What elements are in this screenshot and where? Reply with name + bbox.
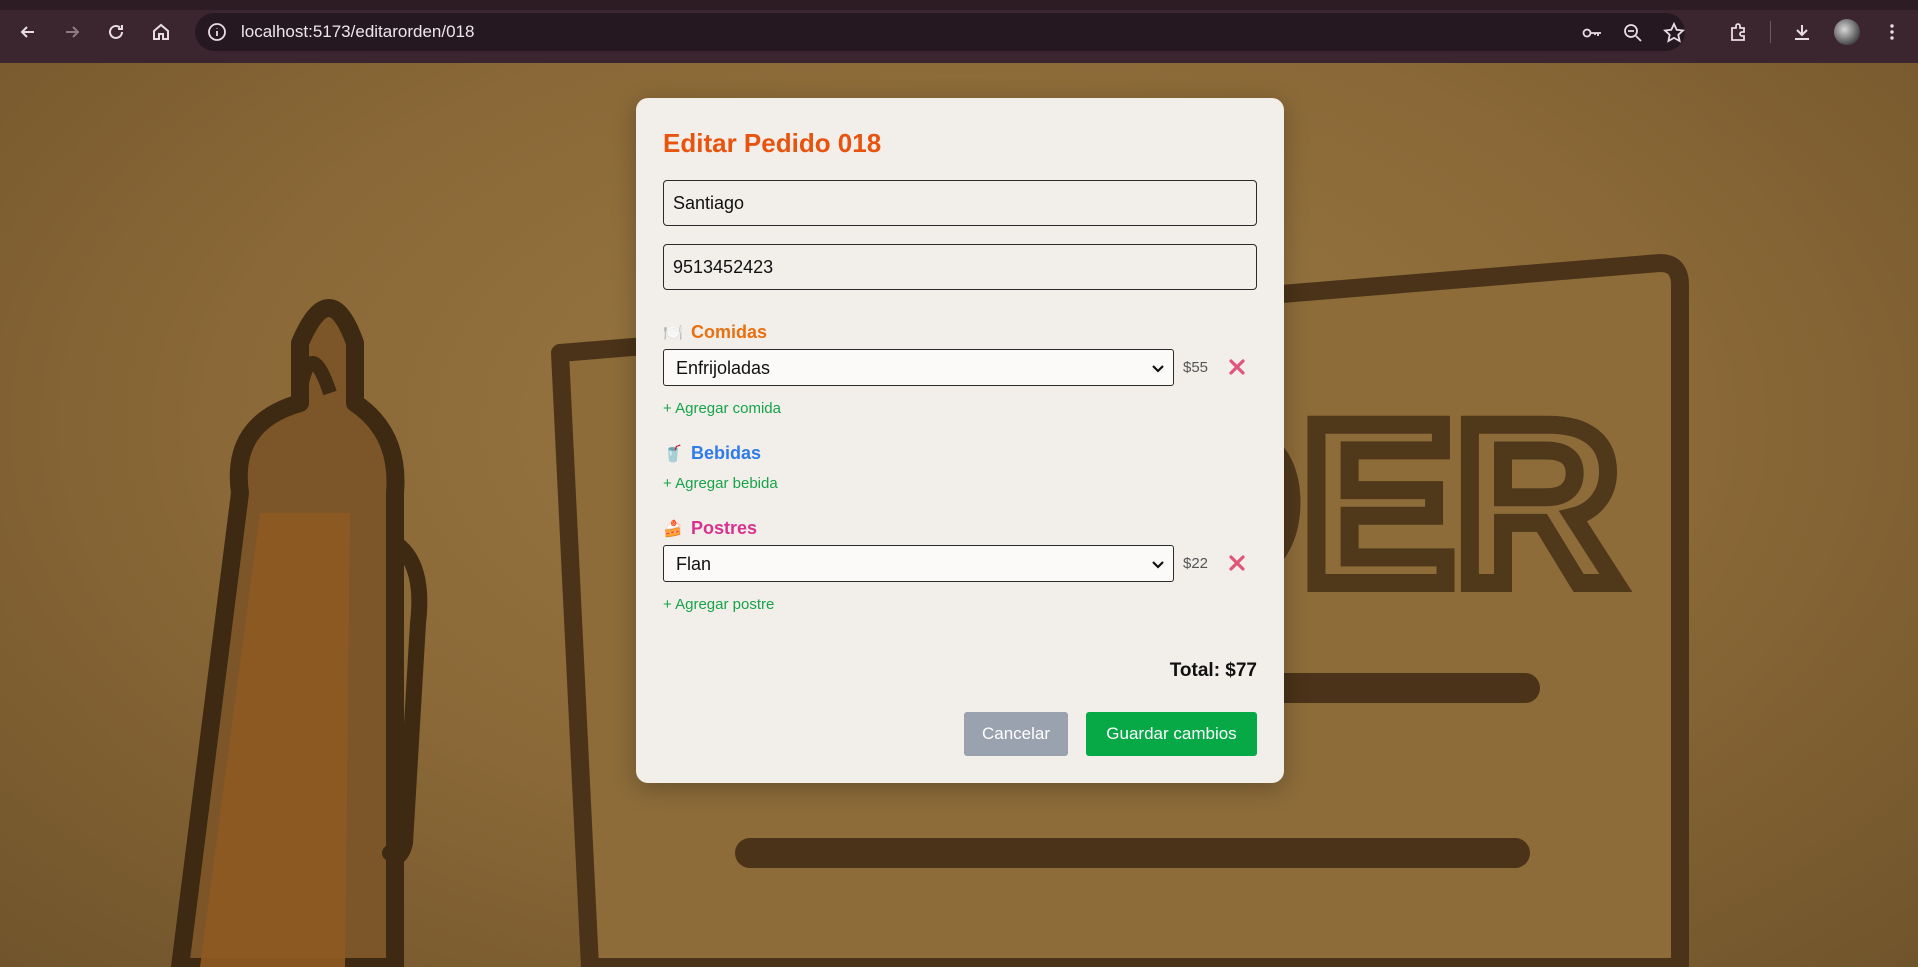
section-postres-label: Postres: [691, 518, 758, 538]
toolbar-separator: [1770, 21, 1771, 43]
profile-avatar[interactable]: [1834, 19, 1860, 45]
home-icon[interactable]: [145, 16, 177, 48]
remove-postre-close-icon[interactable]: [1227, 553, 1247, 573]
browser-toolbar: localhost:5173/editarorden/018: [0, 0, 1918, 63]
section-comidas-label: Comidas: [691, 322, 768, 342]
save-changes-button[interactable]: Guardar cambios: [1086, 712, 1257, 756]
password-key-icon[interactable]: [1581, 22, 1603, 44]
drink-icon: 🥤: [663, 445, 683, 463]
section-comidas-header: 🍽️ Comidas: [663, 322, 767, 343]
customer-name-input[interactable]: [663, 180, 1257, 226]
cancel-button[interactable]: Cancelar: [964, 712, 1068, 756]
modal-title: Editar Pedido 018: [663, 128, 882, 158]
tab-strip: [0, 0, 1918, 10]
section-bebidas-label: Bebidas: [691, 443, 762, 463]
zoom-out-icon[interactable]: [1622, 22, 1644, 44]
address-bar[interactable]: localhost:5173/editarorden/018: [195, 13, 1685, 51]
bookmark-star-icon[interactable]: [1663, 22, 1685, 44]
phone-input[interactable]: [663, 244, 1257, 290]
order-total: Total: $77: [1169, 660, 1257, 681]
plate-icon: 🍽️: [663, 324, 683, 342]
comida-price: $55: [1183, 359, 1209, 376]
chevron-down-icon: [1152, 561, 1164, 569]
download-icon[interactable]: [1786, 16, 1818, 48]
add-comida-link[interactable]: + Agregar comida: [663, 400, 781, 417]
postre-select-value: Flan: [676, 554, 712, 574]
menu-kebab-icon[interactable]: [1876, 16, 1908, 48]
url-text: localhost:5173/editarorden/018: [241, 22, 475, 41]
reload-icon[interactable]: [100, 16, 132, 48]
back-arrow-icon[interactable]: [12, 16, 44, 48]
section-bebidas-header: 🥤 Bebidas: [663, 443, 761, 464]
chevron-down-icon: [1152, 365, 1164, 373]
edit-order-modal: Editar Pedido 018 🍽️ Comidas Enfrijolada…: [636, 98, 1284, 783]
site-info-icon[interactable]: [207, 22, 227, 42]
postre-price: $22: [1183, 555, 1209, 572]
section-postres-header: 🍰 Postres: [663, 518, 757, 539]
comida-select-value: Enfrijoladas: [676, 358, 771, 378]
add-bebida-link[interactable]: + Agregar bebida: [663, 475, 778, 492]
forward-arrow-icon[interactable]: [56, 16, 88, 48]
postre-select[interactable]: Flan: [663, 545, 1174, 582]
remove-comida-close-icon[interactable]: [1227, 357, 1247, 377]
comida-select[interactable]: Enfrijoladas: [663, 349, 1174, 386]
add-postre-link[interactable]: + Agregar postre: [663, 596, 774, 613]
extensions-puzzle-icon[interactable]: [1722, 16, 1754, 48]
cake-icon: 🍰: [663, 520, 683, 538]
